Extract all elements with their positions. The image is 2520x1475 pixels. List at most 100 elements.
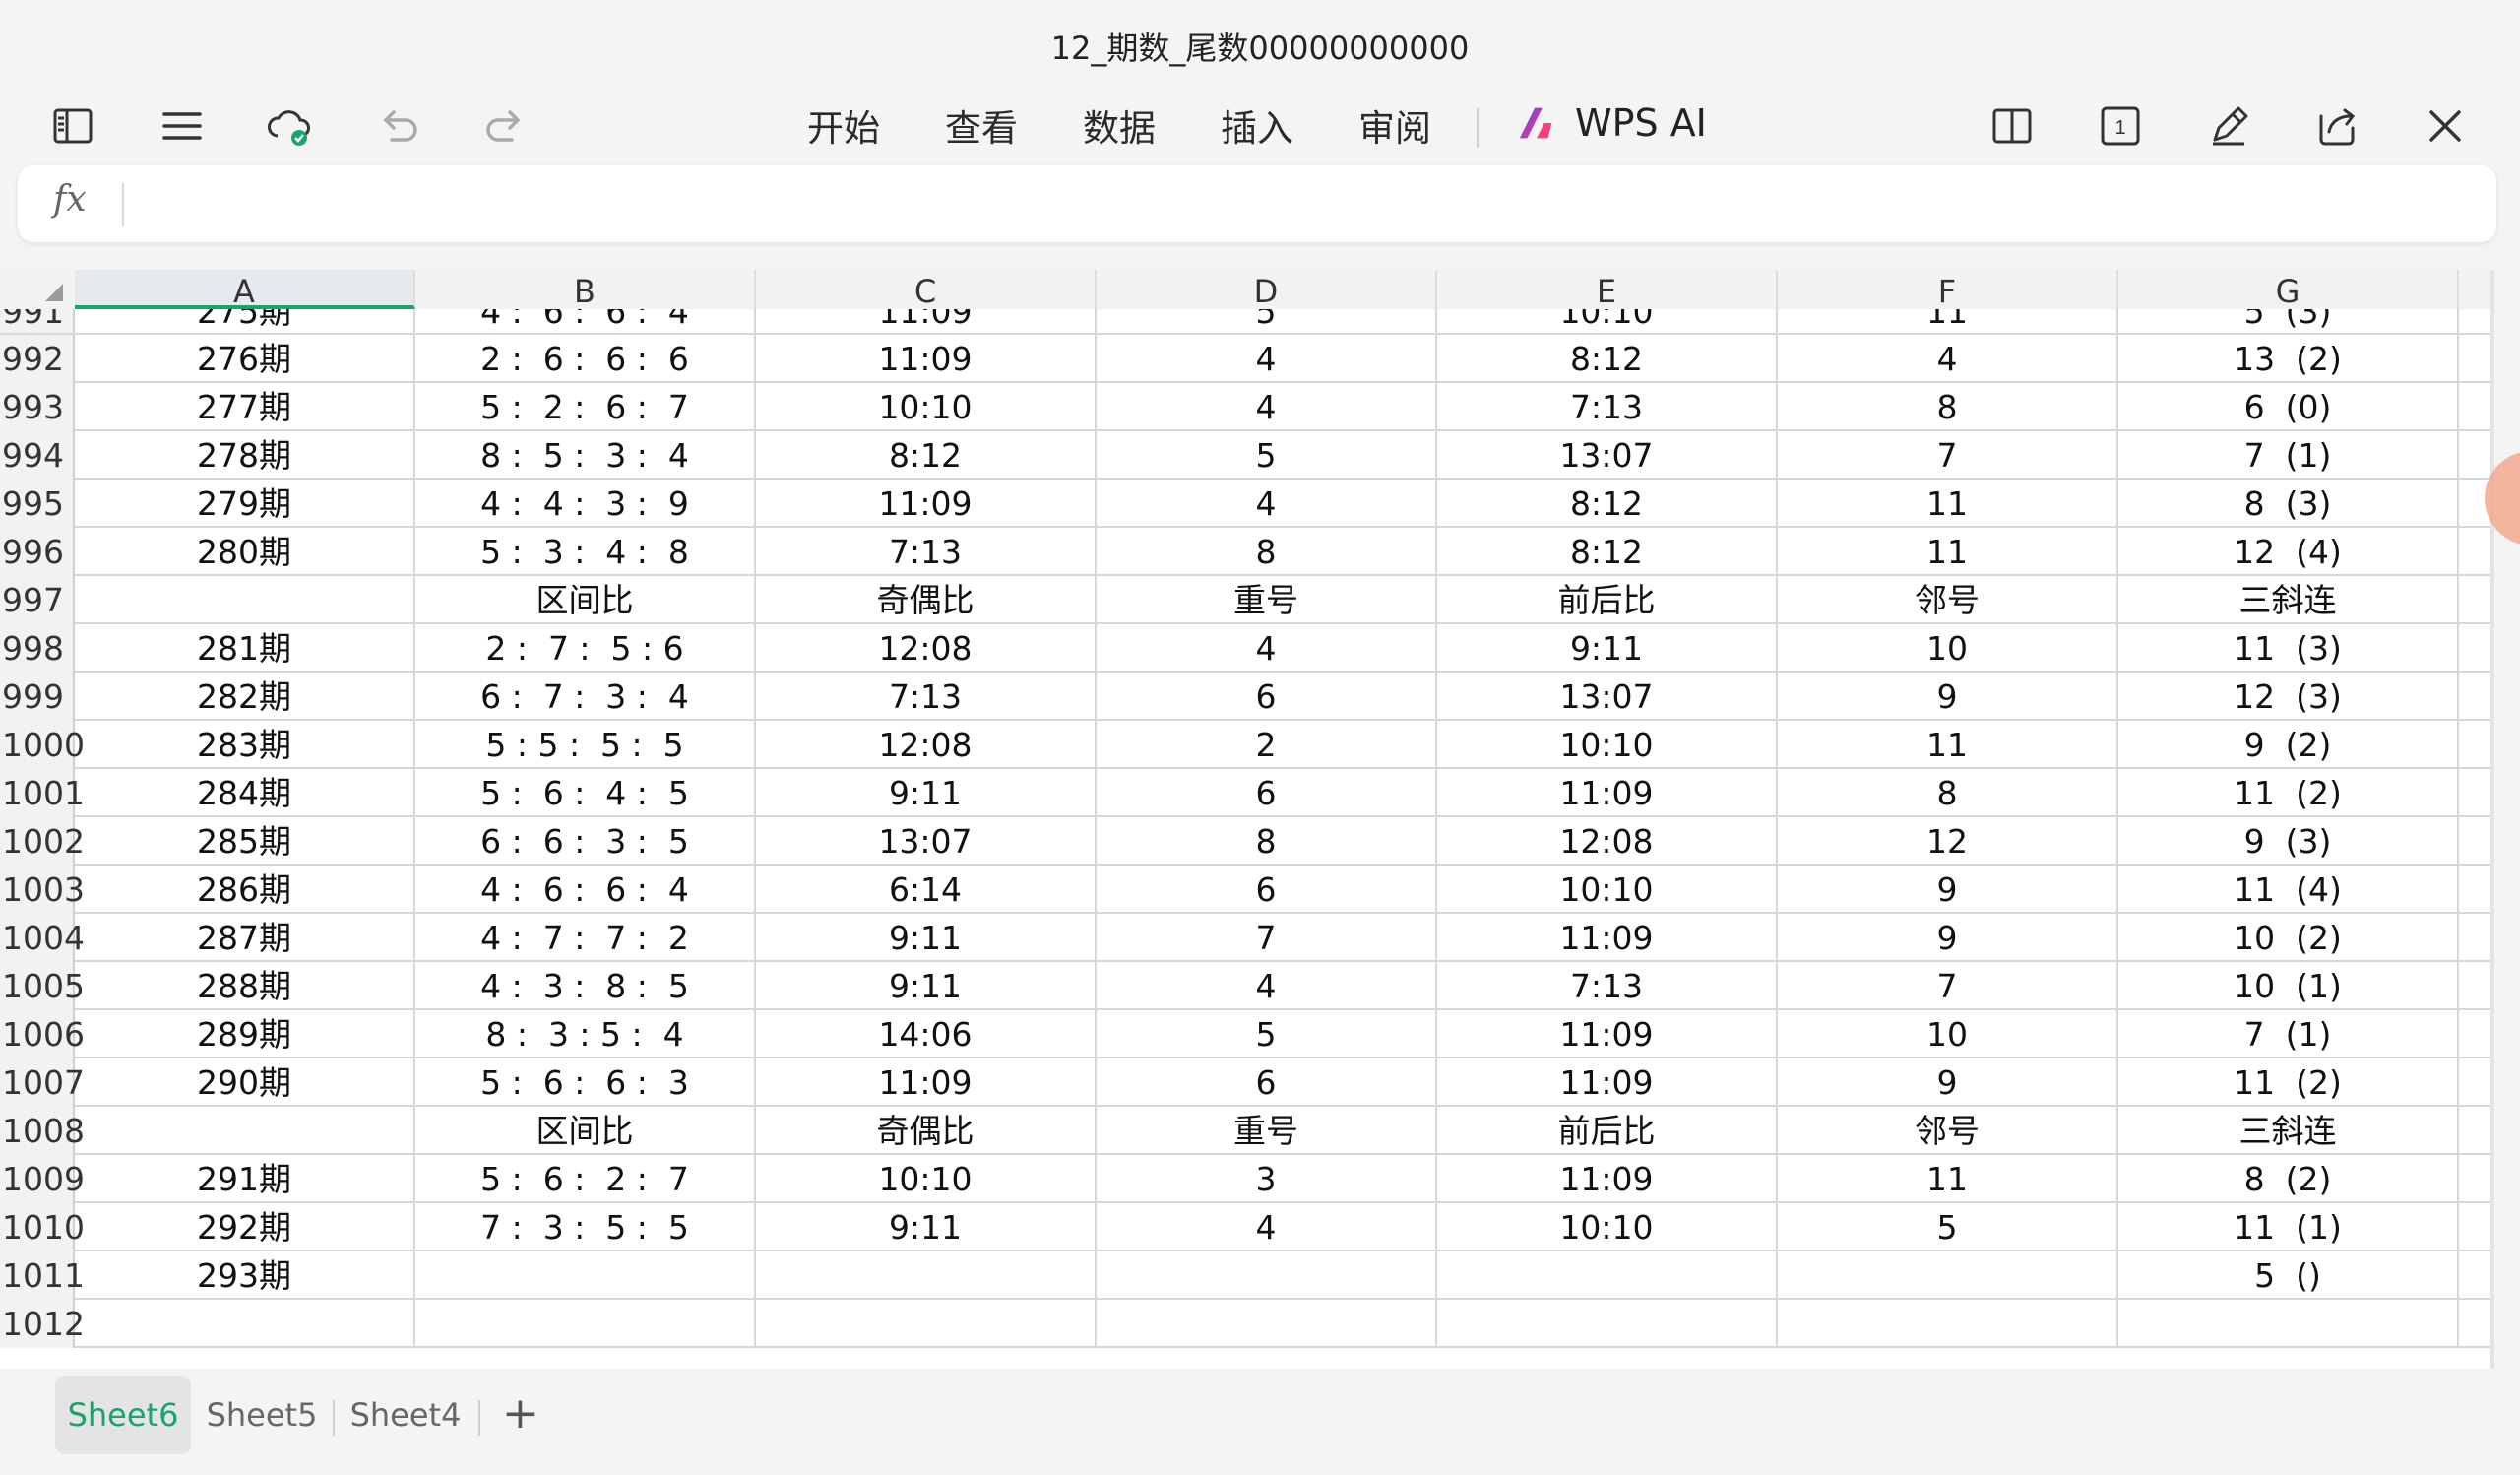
- cell-b[interactable]: 2 : 6 : 6 : 6: [415, 335, 756, 383]
- cell-g[interactable]: 11 (1): [2118, 1203, 2459, 1251]
- cell-d[interactable]: 4: [1097, 335, 1437, 383]
- cell-e[interactable]: 8:12: [1437, 528, 1778, 576]
- cell-c[interactable]: [756, 1251, 1097, 1300]
- vertical-scroll-edge[interactable]: [2490, 270, 2494, 1369]
- cell-g[interactable]: 9 (3): [2118, 817, 2459, 866]
- wps-ai-button[interactable]: WPS AI: [1516, 100, 1707, 146]
- split-view-icon[interactable]: [1983, 96, 2042, 156]
- close-icon[interactable]: [2416, 96, 2475, 156]
- cell-b[interactable]: 5 : 2 : 6 : 7: [415, 383, 756, 431]
- row-number[interactable]: 1005: [0, 962, 85, 1010]
- cell-c[interactable]: 11:09: [756, 335, 1097, 383]
- cell-a[interactable]: 287期: [75, 914, 415, 962]
- cell-g[interactable]: 7 (1): [2118, 431, 2459, 480]
- cell-e[interactable]: [1437, 1300, 1778, 1348]
- cell-g[interactable]: 11 (4): [2118, 866, 2459, 914]
- cell-a[interactable]: 283期: [75, 721, 415, 769]
- cell-e[interactable]: 10:10: [1437, 1203, 1778, 1251]
- cell-a[interactable]: 275期: [75, 309, 415, 333]
- row-number[interactable]: 1008: [0, 1107, 85, 1155]
- cell-g[interactable]: 10 (1): [2118, 962, 2459, 1010]
- sheet-tab-sheet5[interactable]: Sheet5: [201, 1376, 323, 1454]
- row-number[interactable]: 997: [0, 576, 75, 624]
- share-icon[interactable]: [2307, 96, 2366, 156]
- row-number[interactable]: 996: [0, 528, 75, 576]
- cell-a[interactable]: 281期: [75, 624, 415, 673]
- cell-a[interactable]: 282期: [75, 673, 415, 721]
- cell-e[interactable]: 11:09: [1437, 914, 1778, 962]
- cell-g[interactable]: 11 (2): [2118, 1058, 2459, 1107]
- cell-f[interactable]: 9: [1778, 1058, 2118, 1107]
- sheet-tab-sheet6[interactable]: Sheet6: [55, 1376, 191, 1454]
- cell-f[interactable]: 7: [1778, 962, 2118, 1010]
- row-number[interactable]: 1006: [0, 1010, 85, 1058]
- cell-b[interactable]: 4 : 6 : 6 : 4: [415, 866, 756, 914]
- cell-f[interactable]: 11: [1778, 480, 2118, 528]
- cell-f[interactable]: 8: [1778, 383, 2118, 431]
- cell-b[interactable]: 区间比: [415, 576, 756, 624]
- cell-d[interactable]: 4: [1097, 383, 1437, 431]
- column-header-a[interactable]: A: [75, 270, 415, 310]
- cell-g[interactable]: 13 (2): [2118, 335, 2459, 383]
- column-header-d[interactable]: D: [1097, 270, 1437, 310]
- select-all-corner[interactable]: [0, 270, 75, 309]
- cell-e[interactable]: 前后比: [1437, 1107, 1778, 1155]
- pen-edit-icon[interactable]: [2199, 96, 2258, 156]
- cell-a[interactable]: 284期: [75, 769, 415, 817]
- cell-e[interactable]: 12:08: [1437, 817, 1778, 866]
- cell-f[interactable]: 邻号: [1778, 1107, 2118, 1155]
- cell-c[interactable]: 9:11: [756, 769, 1097, 817]
- cell-d[interactable]: 6: [1097, 866, 1437, 914]
- cell-e[interactable]: 7:13: [1437, 962, 1778, 1010]
- cell-c[interactable]: [756, 1300, 1097, 1348]
- cell-b[interactable]: 6 : 7 : 3 : 4: [415, 673, 756, 721]
- row-number[interactable]: 992: [0, 335, 75, 383]
- cell-c[interactable]: 10:10: [756, 1155, 1097, 1203]
- cell-f[interactable]: 10: [1778, 1010, 2118, 1058]
- cell-e[interactable]: 7:13: [1437, 383, 1778, 431]
- menu-data[interactable]: 数据: [1083, 98, 1156, 152]
- cell-e[interactable]: 11:09: [1437, 1058, 1778, 1107]
- cell-c[interactable]: 10:10: [756, 383, 1097, 431]
- menu-start[interactable]: 开始: [807, 98, 880, 152]
- cell-g[interactable]: 9 (2): [2118, 721, 2459, 769]
- cell-e[interactable]: 11:09: [1437, 1155, 1778, 1203]
- cell-f[interactable]: 11: [1778, 528, 2118, 576]
- cell-a[interactable]: [75, 576, 415, 624]
- add-sheet-button[interactable]: +: [502, 1384, 538, 1443]
- cell-c[interactable]: 11:09: [756, 309, 1097, 333]
- cell-f[interactable]: 12: [1778, 817, 2118, 866]
- cell-a[interactable]: 291期: [75, 1155, 415, 1203]
- cell-a[interactable]: 286期: [75, 866, 415, 914]
- sheet-tab-sheet4[interactable]: Sheet4: [345, 1376, 467, 1454]
- cell-c[interactable]: 14:06: [756, 1010, 1097, 1058]
- cell-f[interactable]: 11: [1778, 1155, 2118, 1203]
- cell-e[interactable]: 13:07: [1437, 431, 1778, 480]
- column-header-f[interactable]: F: [1778, 270, 2118, 310]
- cell-b[interactable]: [415, 1300, 756, 1348]
- menu-view[interactable]: 查看: [945, 98, 1018, 152]
- cell-b[interactable]: [415, 1251, 756, 1300]
- cell-a[interactable]: 290期: [75, 1058, 415, 1107]
- cell-d[interactable]: [1097, 1300, 1437, 1348]
- cell-b[interactable]: 2 : 7 : 5 : 6: [415, 624, 756, 673]
- cell-d[interactable]: 4: [1097, 962, 1437, 1010]
- cell-d[interactable]: 5: [1097, 431, 1437, 480]
- cell-f[interactable]: [1778, 1251, 2118, 1300]
- cell-d[interactable]: [1097, 1251, 1437, 1300]
- cell-g[interactable]: [2118, 1300, 2459, 1348]
- cell-f[interactable]: 11: [1778, 721, 2118, 769]
- formula-bar[interactable]: fx: [18, 165, 2496, 242]
- cell-b[interactable]: 8 : 5 : 3 : 4: [415, 431, 756, 480]
- cell-c[interactable]: 11:09: [756, 1058, 1097, 1107]
- cell-a[interactable]: [75, 1300, 415, 1348]
- row-number[interactable]: 1002: [0, 817, 85, 866]
- cell-g[interactable]: 8 (2): [2118, 1155, 2459, 1203]
- cell-a[interactable]: 278期: [75, 431, 415, 480]
- cell-e[interactable]: 10:10: [1437, 309, 1778, 333]
- row-number[interactable]: 1000: [0, 721, 85, 769]
- cell-g[interactable]: 7 (1): [2118, 1010, 2459, 1058]
- cell-d[interactable]: 5: [1097, 309, 1437, 333]
- cell-e[interactable]: 10:10: [1437, 866, 1778, 914]
- column-header-c[interactable]: C: [756, 270, 1097, 310]
